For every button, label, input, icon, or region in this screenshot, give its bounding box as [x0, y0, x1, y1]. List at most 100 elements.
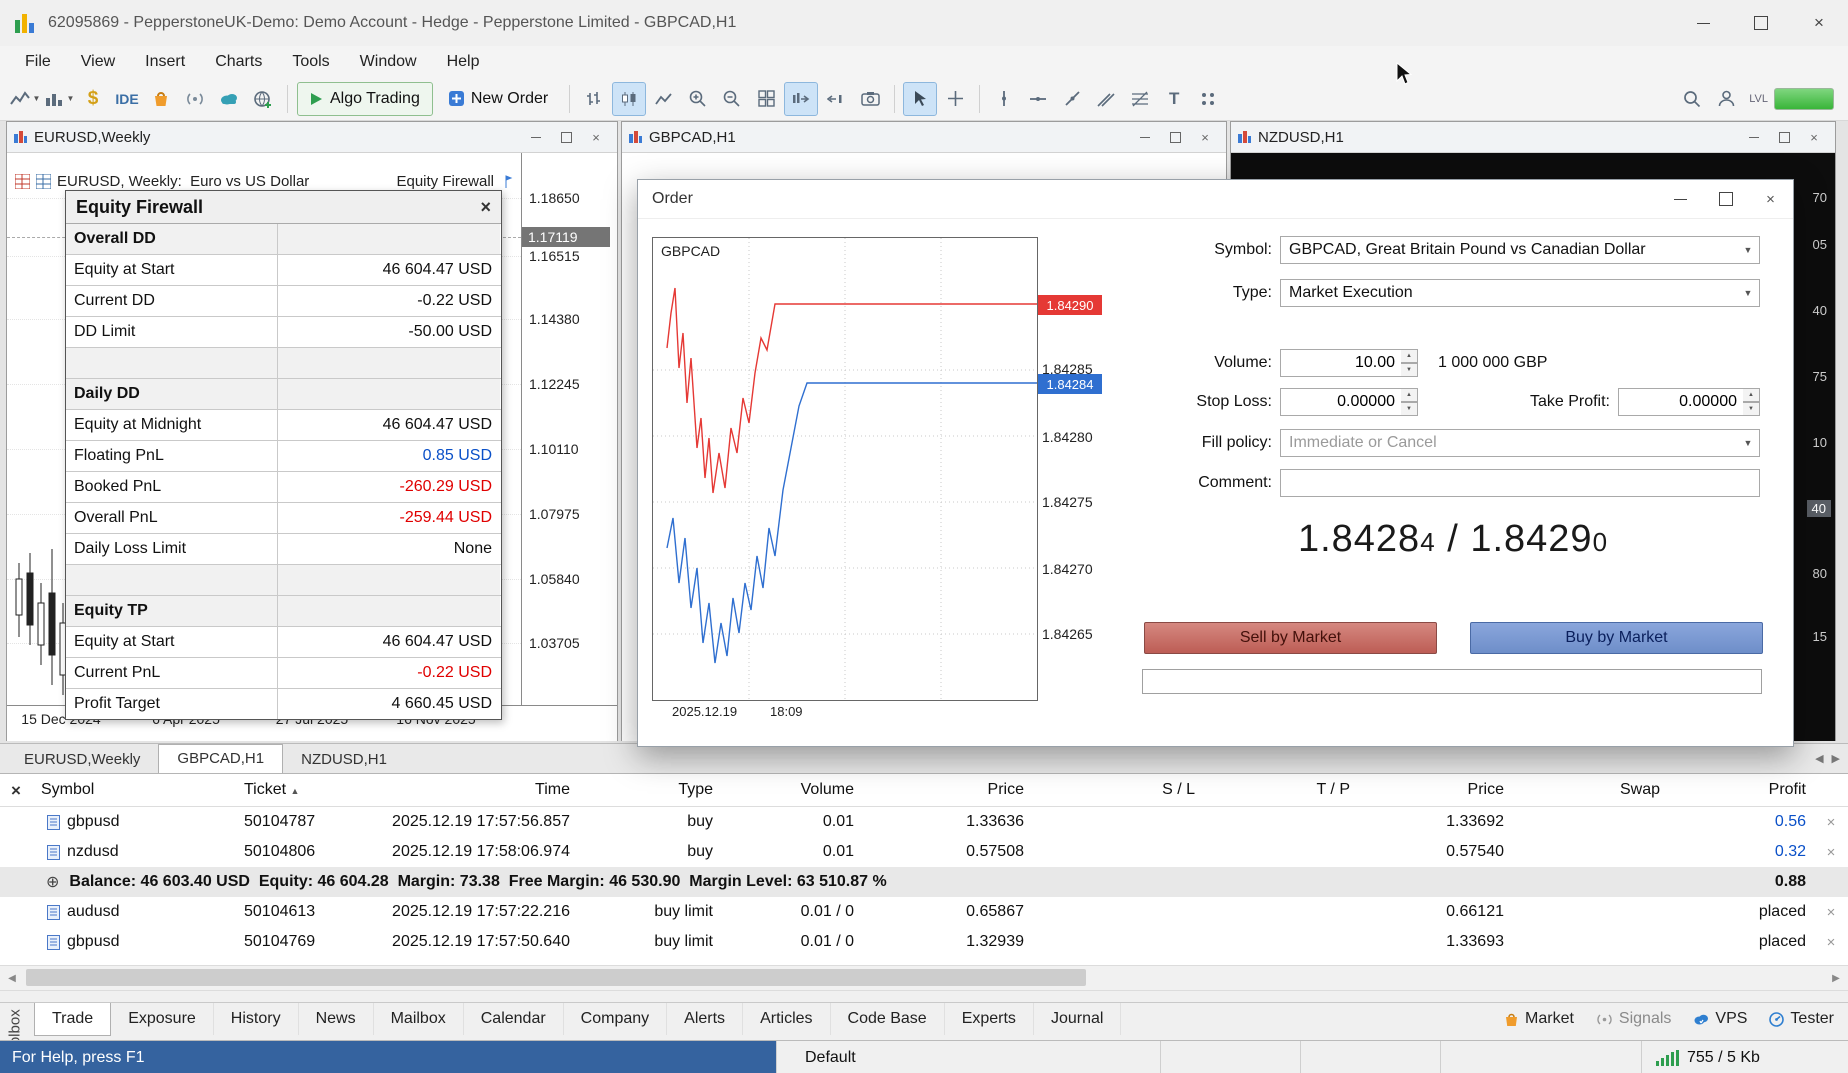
minimize-button[interactable]: [1658, 180, 1703, 218]
account-button[interactable]: [1710, 83, 1742, 115]
spin-down-icon[interactable]: ▼: [1401, 363, 1418, 377]
scrollbar-thumb[interactable]: [26, 969, 1086, 986]
tab-scroll-left-icon[interactable]: ◀: [1815, 752, 1823, 765]
menu-charts[interactable]: Charts: [200, 46, 277, 77]
zoom-in-button[interactable]: [682, 83, 714, 115]
objects-button[interactable]: [1192, 83, 1224, 115]
spin-down-icon[interactable]: ▼: [1401, 402, 1418, 416]
order-tick-chart[interactable]: GBPCAD: [652, 237, 1038, 701]
fibonacci-button[interactable]: [1124, 83, 1156, 115]
tile-windows-button[interactable]: [750, 83, 782, 115]
tab-codebase[interactable]: Code Base: [831, 1003, 945, 1035]
expand-icon[interactable]: ⊕: [46, 872, 59, 892]
spin-up-icon[interactable]: ▲: [1401, 349, 1418, 363]
menu-insert[interactable]: Insert: [130, 46, 200, 77]
cursor-button[interactable]: [903, 81, 938, 116]
chart-profiles-button[interactable]: ▼: [43, 83, 75, 115]
current-price-label[interactable]: 1.17119: [522, 227, 610, 247]
tab-history[interactable]: History: [214, 1003, 299, 1035]
balance-row[interactable]: ⊕ Balance: 46 603.40 USD Equity: 46 604.…: [0, 867, 1848, 897]
chart-shift-button[interactable]: [820, 83, 852, 115]
take-profit-input[interactable]: [1618, 388, 1760, 416]
order-row[interactable]: gbpusd 50104769 2025.12.19 17:57:50.640 …: [0, 927, 1848, 957]
close-button[interactable]: ×: [581, 124, 611, 150]
menu-help[interactable]: Help: [432, 46, 495, 77]
zoom-out-button[interactable]: [716, 83, 748, 115]
tab-mailbox[interactable]: Mailbox: [374, 1003, 464, 1035]
close-button[interactable]: ×: [1748, 180, 1793, 218]
algo-trading-button[interactable]: Algo Trading: [297, 81, 433, 116]
vps-link[interactable]: VPS: [1693, 1010, 1747, 1028]
tab-gbpcad[interactable]: GBPCAD,H1: [158, 744, 284, 773]
close-button[interactable]: ×: [1799, 124, 1829, 150]
scroll-right-icon[interactable]: ▶: [1824, 973, 1848, 984]
minimize-button[interactable]: [1739, 124, 1769, 150]
delete-order-icon[interactable]: ×: [1814, 904, 1848, 921]
position-row[interactable]: nzdusd 50104806 2025.12.19 17:58:06.974 …: [0, 837, 1848, 867]
tab-alerts[interactable]: Alerts: [667, 1003, 744, 1035]
buy-by-market-button[interactable]: Buy by Market: [1470, 622, 1763, 654]
spin-up-icon[interactable]: ▲: [1401, 388, 1418, 402]
scroll-left-icon[interactable]: ◀: [0, 973, 24, 984]
close-button[interactable]: ×: [1790, 0, 1848, 46]
close-button[interactable]: ×: [1190, 124, 1220, 150]
tab-nzdusd[interactable]: NZDUSD,H1: [283, 746, 405, 773]
tab-experts[interactable]: Experts: [945, 1003, 1034, 1035]
bar-chart-mode-button[interactable]: [578, 83, 610, 115]
market-link[interactable]: Market: [1504, 1010, 1574, 1028]
col-volume[interactable]: Volume: [721, 781, 862, 799]
vps-cloud-button[interactable]: [213, 83, 245, 115]
tab-eurusd[interactable]: EURUSD,Weekly: [6, 746, 158, 773]
volume-stepper[interactable]: ▲ ▼: [1401, 349, 1418, 377]
line-chart-mode-button[interactable]: [648, 83, 680, 115]
tab-trade[interactable]: Trade: [34, 1002, 112, 1036]
auto-scroll-button[interactable]: [784, 81, 819, 116]
nzdusd-window-titlebar[interactable]: NZDUSD,H1 ×: [1231, 122, 1835, 153]
col-price2[interactable]: Price: [1358, 781, 1512, 799]
take-profit-stepper[interactable]: ▲ ▼: [1743, 388, 1760, 416]
channel-button[interactable]: [1090, 83, 1122, 115]
col-time[interactable]: Time: [380, 781, 578, 799]
metaeditor-button[interactable]: IDE: [111, 83, 143, 115]
close-position-icon[interactable]: ×: [1814, 814, 1848, 831]
signals-toolbar-button[interactable]: [179, 83, 211, 115]
vertical-line-button[interactable]: [988, 83, 1020, 115]
stop-loss-stepper[interactable]: ▲ ▼: [1401, 388, 1418, 416]
maximize-button[interactable]: [1732, 0, 1790, 46]
trendline-button[interactable]: [1056, 83, 1088, 115]
tab-news[interactable]: News: [299, 1003, 374, 1035]
comment-input[interactable]: [1280, 469, 1760, 497]
sell-by-market-button[interactable]: Sell by Market: [1144, 622, 1437, 654]
col-tp[interactable]: T / P: [1203, 781, 1358, 799]
tab-scroll-right-icon[interactable]: ▶: [1832, 752, 1840, 765]
signals-link[interactable]: Signals: [1596, 1010, 1671, 1028]
titlebar[interactable]: 62095869 - PepperstoneUK-Demo: Demo Acco…: [0, 0, 1848, 47]
close-toolbox-button[interactable]: ×: [6, 781, 26, 801]
market-store-button[interactable]: [145, 83, 177, 115]
maximize-button[interactable]: [1703, 180, 1748, 218]
community-button[interactable]: [247, 83, 279, 115]
tab-journal[interactable]: Journal: [1034, 1003, 1122, 1035]
screenshot-button[interactable]: [854, 83, 886, 115]
new-chart-button[interactable]: ▼: [9, 83, 41, 115]
search-button[interactable]: [1676, 83, 1708, 115]
col-ticket[interactable]: Ticket ▲: [242, 781, 380, 799]
tab-exposure[interactable]: Exposure: [111, 1003, 214, 1035]
deposit-button[interactable]: $: [77, 83, 109, 115]
text-tool-button[interactable]: T: [1158, 83, 1190, 115]
fill-policy-select[interactable]: Immediate or Cancel ▼: [1280, 429, 1760, 457]
spin-down-icon[interactable]: ▼: [1743, 402, 1760, 416]
crosshair-button[interactable]: [939, 83, 971, 115]
horizontal-line-button[interactable]: [1022, 83, 1054, 115]
minimize-button[interactable]: [521, 124, 551, 150]
order-row[interactable]: audusd 50104613 2025.12.19 17:57:22.216 …: [0, 897, 1848, 927]
equity-firewall-titlebar[interactable]: Equity Firewall ×: [66, 191, 501, 224]
tab-articles[interactable]: Articles: [743, 1003, 831, 1035]
close-icon[interactable]: ×: [480, 197, 491, 218]
minimize-button[interactable]: [1130, 124, 1160, 150]
connection-level-indicator[interactable]: LVL: [1749, 87, 1834, 110]
col-profit[interactable]: Profit: [1668, 781, 1814, 799]
maximize-button[interactable]: [1160, 124, 1190, 150]
gbpcad-window-titlebar[interactable]: GBPCAD,H1 ×: [622, 122, 1226, 153]
delete-order-icon[interactable]: ×: [1814, 934, 1848, 951]
